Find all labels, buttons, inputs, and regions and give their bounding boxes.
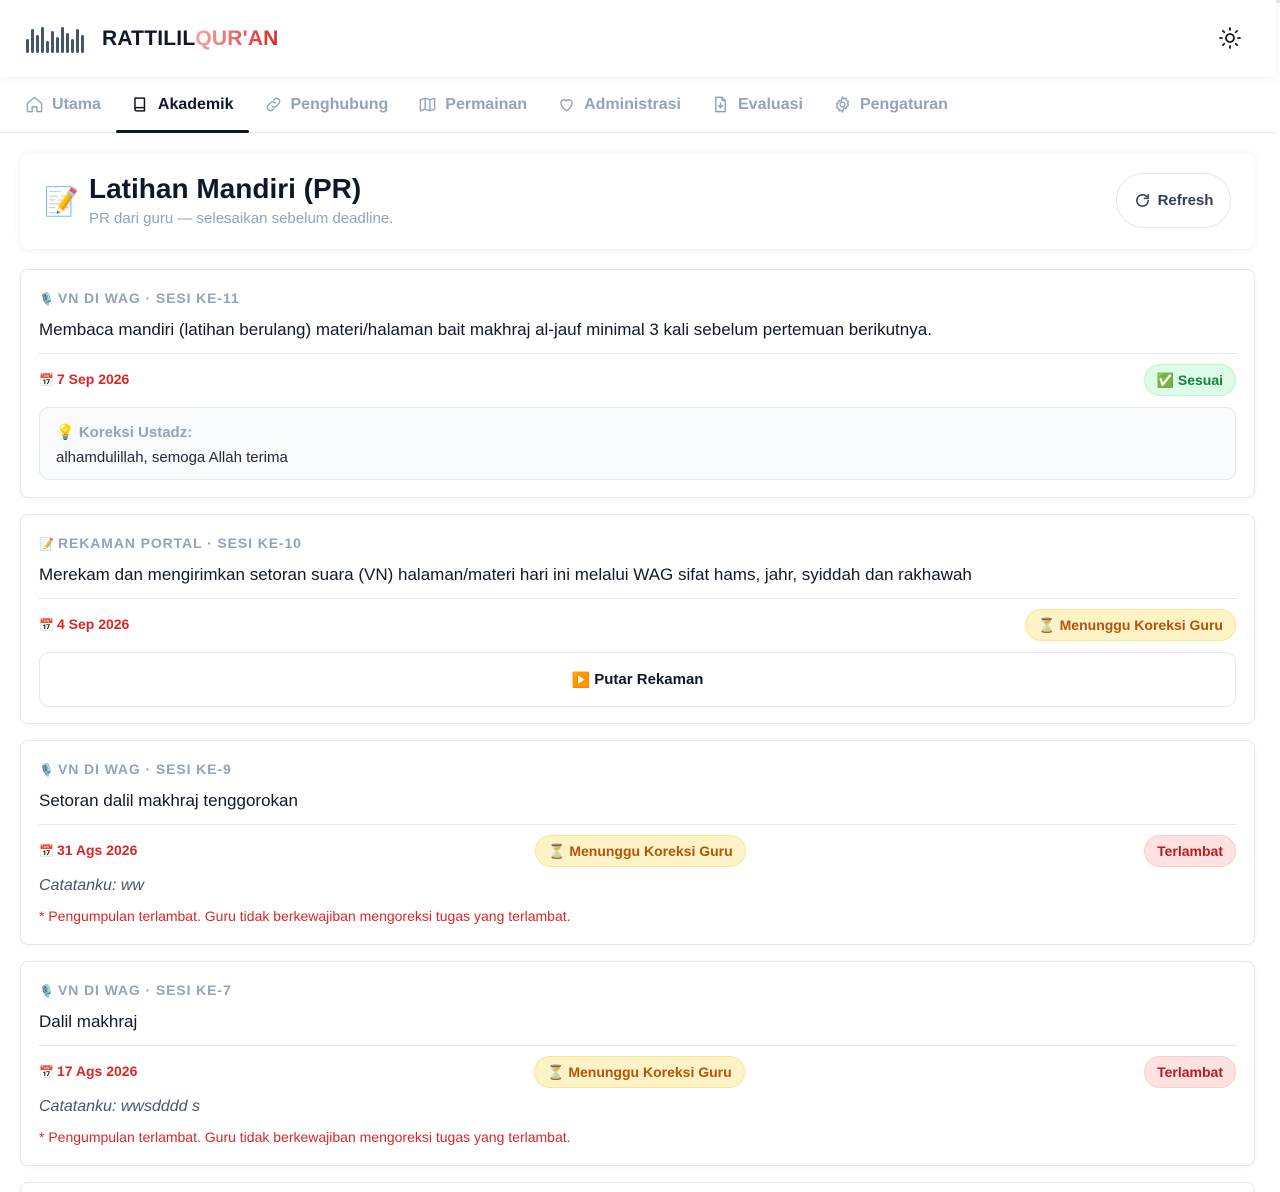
task-meta-text: VN DI WAG · SESI KE-11 (57, 290, 240, 306)
task-card: 🎙️ VN DI WAG · SESI KE-7 Dalil makhraj 📅 1… (20, 961, 1255, 1166)
memo-icon: 📝 (44, 186, 79, 217)
file-download-icon (715, 96, 726, 113)
play-icon: ▶️ (571, 671, 591, 689)
calendar-icon: 📅 (39, 373, 54, 387)
due-date: 📅 31 Ags 2026 (39, 842, 137, 858)
link-icon (266, 97, 280, 112)
tab-permainan[interactable]: Permainan (403, 77, 542, 132)
refresh-label: Refresh (1157, 192, 1214, 209)
correction-box: 💡 Koreksi Ustadz: alhamdulillah, semoga … (39, 407, 1236, 480)
tab-label: Pengaturan (859, 95, 948, 113)
task-card: 🎙️ VN DI WAG · SESI KE-11 Membaca mandiri… (20, 269, 1255, 498)
late-warning: * Pengumpulan terlambat. Guru tidak berk… (39, 1129, 571, 1145)
late-badge: Terlambat (1144, 835, 1236, 867)
main-nav: Utama Akademik Penghubung Permainan Admi… (0, 77, 1276, 133)
brand-name: RATTILILQUR'AN (102, 27, 279, 51)
task-card: 🎙️ VN DI WAG · SESI KE-9 Setoran dalil ma… (20, 740, 1255, 945)
sun-icon (1219, 27, 1241, 49)
tab-label: Utama (52, 95, 101, 113)
due-date-text: 7 Sep 2026 (56, 371, 130, 387)
task-title: Setoran dalil makhraj tenggorokan (39, 791, 298, 810)
task-meta: 🎙️ VN DI WAG · SESI KE-11 (39, 290, 240, 306)
tab-pengaturan[interactable]: Pengaturan (818, 77, 963, 132)
microphone-icon: 🎙️ (39, 984, 54, 998)
heart-icon (560, 99, 573, 112)
tab-administrasi[interactable]: Administrasi (542, 77, 696, 132)
tab-label: Administrasi (584, 95, 681, 113)
student-note: Catatanku: ww (39, 877, 144, 894)
correction-text: alhamdulillah, semoga Allah terima (56, 449, 288, 466)
tab-label: Penghubung (290, 95, 389, 113)
calendar-icon: 📅 (39, 844, 54, 858)
task-meta-text: VN DI WAG · SESI KE-7 (57, 982, 232, 998)
late-badge: Terlambat (1144, 1056, 1236, 1088)
book-icon (134, 97, 146, 112)
page-subtitle: PR dari guru — selesaikan sebelum deadli… (89, 210, 394, 227)
task-meta: 🎙️ VN DI WAG · SESI KE-9 (39, 761, 232, 777)
refresh-button[interactable]: Refresh (1116, 173, 1231, 228)
page-header-card: 📝 Latihan Mandiri (PR) PR dari guru — se… (20, 153, 1255, 249)
calendar-icon: 📅 (39, 1065, 54, 1079)
map-icon (419, 97, 436, 112)
divider (39, 353, 1236, 354)
due-date-text: 31 Ags 2026 (56, 842, 138, 858)
task-title: Membaca mandiri (latihan berulang) mater… (39, 320, 932, 339)
correction-label: 💡 Koreksi Ustadz: (56, 424, 193, 441)
divider (39, 824, 1236, 825)
theme-toggle-button[interactable] (1216, 24, 1244, 52)
task-title: Merekam dan mengirimkan setoran suara (V… (39, 565, 972, 584)
tab-label: Permainan (445, 95, 528, 113)
tab-label: Evaluasi (738, 95, 803, 113)
task-card: 📝 REKAMAN PORTAL · SESI KE-10 Merekam dan… (20, 514, 1255, 724)
divider (39, 598, 1236, 599)
status-badge: ⏳ Menunggu Koreksi Guru (1025, 609, 1236, 641)
task-meta-text: VN DI WAG · SESI KE-9 (57, 761, 232, 777)
play-recording-button[interactable]: ▶️ Putar Rekaman (39, 652, 1236, 707)
tab-utama[interactable]: Utama (10, 77, 116, 132)
due-date: 📅 4 Sep 2026 (39, 616, 129, 632)
gear-icon (835, 96, 850, 113)
app-header: RATTILILQUR'AN (0, 0, 1276, 77)
due-date-text: 17 Ags 2026 (56, 1063, 138, 1079)
microphone-icon: 🎙️ (39, 763, 54, 777)
task-title: Dalil makhraj (39, 1012, 138, 1031)
brand-name-part1: RATTILIL (102, 26, 196, 50)
status-badge: ⏳ Menunggu Koreksi Guru (534, 1056, 745, 1088)
page-title: Latihan Mandiri (PR) (89, 173, 362, 204)
tab-penghubung[interactable]: Penghubung (249, 77, 404, 132)
home-icon (26, 96, 43, 113)
memo-icon: 📝 (39, 537, 54, 551)
due-date-text: 4 Sep 2026 (56, 616, 130, 632)
microphone-icon: 🎙️ (39, 292, 54, 306)
logo-icon (26, 25, 84, 53)
status-badge: ✅ Sesuai (1143, 364, 1236, 396)
task-meta-text: REKAMAN PORTAL · SESI KE-10 (57, 535, 302, 551)
play-label: Putar Rekaman (594, 671, 704, 688)
task-card (20, 1182, 1255, 1192)
calendar-icon: 📅 (39, 618, 54, 632)
task-meta: 🎙️ VN DI WAG · SESI KE-7 (39, 982, 232, 998)
brand-name-part2: QUR'AN (195, 26, 279, 50)
task-meta: 📝 REKAMAN PORTAL · SESI KE-10 (39, 535, 302, 551)
tab-akademik[interactable]: Akademik (115, 77, 249, 133)
late-warning: * Pengumpulan terlambat. Guru tidak berk… (39, 908, 571, 924)
tab-evaluasi[interactable]: Evaluasi (696, 77, 818, 132)
divider (39, 1045, 1236, 1046)
tab-label: Akademik (157, 95, 234, 113)
student-note: Catatanku: wwsdddd s (39, 1098, 200, 1115)
status-badge: ⏳ Menunggu Koreksi Guru (535, 835, 746, 867)
due-date: 📅 17 Ags 2026 (39, 1063, 137, 1079)
refresh-icon (1135, 194, 1149, 207)
due-date: 📅 7 Sep 2026 (39, 371, 129, 387)
